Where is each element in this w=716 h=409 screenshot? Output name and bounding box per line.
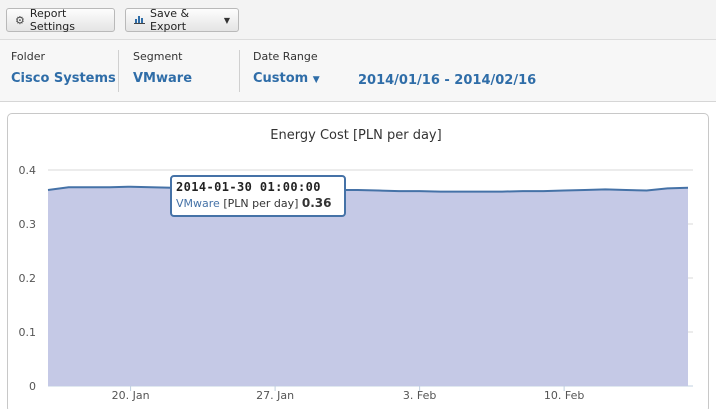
x-tick-label: 10. Feb <box>544 389 584 402</box>
x-tick-label: 27. Jan <box>256 389 294 402</box>
x-tick-label: 20. Jan <box>112 389 150 402</box>
tooltip-unit: [PLN per day] <box>223 197 299 210</box>
y-tick-label: 0.3 <box>19 218 37 231</box>
tooltip-value: 0.36 <box>301 196 332 210</box>
tooltip-title: 2014-01-30 01:00:00 <box>176 180 321 194</box>
y-tick-label: 0.4 <box>19 164 37 177</box>
tooltip-series: VMware <box>176 197 220 210</box>
chart-tooltip: 2014-01-30 01:00:00 VMware [PLN per day]… <box>170 175 346 217</box>
y-tick-label: 0.1 <box>19 326 37 339</box>
energy-cost-chart: Energy Cost [PLN per day] 00.10.20.30.4 … <box>19 128 693 402</box>
x-tick-label: 3. Feb <box>403 389 436 402</box>
tooltip-line: VMware [PLN per day] 0.36 <box>176 196 344 210</box>
chart-title: Energy Cost [PLN per day] <box>270 128 441 143</box>
y-tick-label: 0.2 <box>19 272 37 285</box>
y-tick-label: 0 <box>29 380 36 393</box>
series-area <box>48 186 688 386</box>
